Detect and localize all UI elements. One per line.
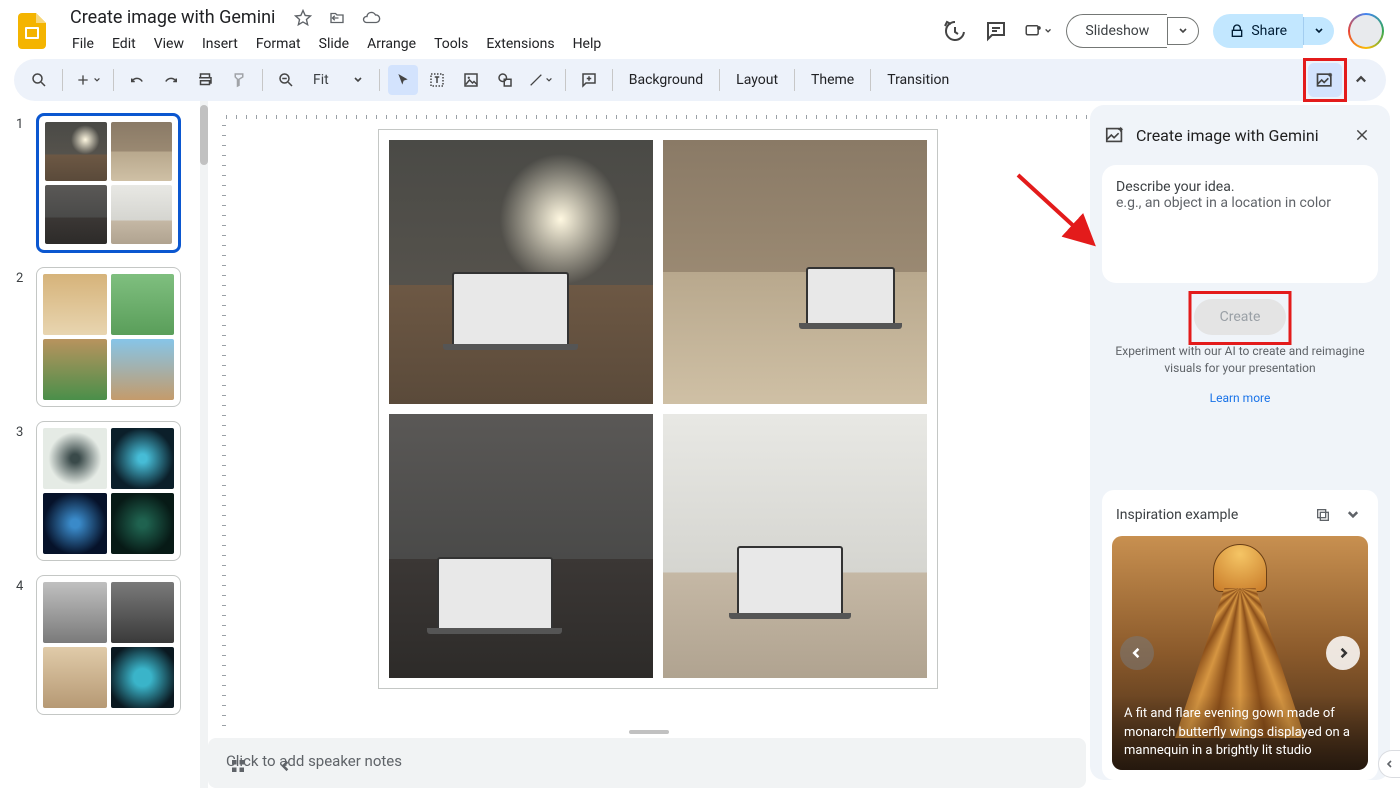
history-icon[interactable] — [940, 17, 968, 45]
image-icon[interactable] — [456, 65, 486, 95]
prompt-placeholder-line1: Describe your idea. — [1116, 179, 1364, 195]
side-panel-toggle[interactable] — [1378, 750, 1400, 778]
slide-canvas[interactable] — [226, 119, 1090, 726]
learn-more-link[interactable]: Learn more — [1102, 385, 1378, 411]
slide-image-1[interactable] — [389, 140, 653, 404]
inspiration-next-button[interactable] — [1326, 636, 1360, 670]
new-slide-button[interactable] — [71, 65, 105, 95]
menu-edit[interactable]: Edit — [104, 32, 144, 56]
zoom-icon[interactable] — [271, 65, 301, 95]
transition-button[interactable]: Transition — [879, 72, 957, 88]
inspiration-image[interactable]: A fit and flare evening gown made of mon… — [1112, 536, 1368, 770]
slide-panel[interactable]: 1 2 3 4 — [0, 101, 200, 788]
gemini-panel-title: Create image with Gemini — [1136, 126, 1338, 145]
current-slide[interactable] — [378, 129, 938, 689]
notes-resize-handle[interactable] — [629, 730, 669, 734]
toolbar-collapse-icon[interactable] — [1346, 65, 1376, 95]
menu-file[interactable]: File — [64, 32, 102, 56]
background-button[interactable]: Background — [621, 72, 711, 88]
share-group: Share — [1213, 14, 1334, 48]
undo-icon[interactable] — [122, 65, 152, 95]
gemini-sparkle-image-icon — [1104, 124, 1126, 146]
lock-icon — [1229, 23, 1245, 39]
close-icon[interactable] — [1348, 121, 1376, 149]
copy-icon[interactable] — [1312, 504, 1334, 526]
theme-button[interactable]: Theme — [803, 72, 862, 88]
comment-add-icon[interactable] — [574, 65, 604, 95]
slide-panel-scrollbar[interactable] — [200, 101, 208, 788]
comments-icon[interactable] — [982, 17, 1010, 45]
title-area: Create image with Gemini File Edit View … — [64, 5, 609, 56]
menu-tools[interactable]: Tools — [426, 32, 476, 56]
slides-logo[interactable] — [12, 11, 52, 51]
zoom-select[interactable]: Fit — [305, 72, 371, 88]
slideshow-group: Slideshow — [1066, 14, 1199, 48]
vertical-ruler[interactable] — [208, 119, 226, 726]
app-header: Create image with Gemini File Edit View … — [0, 0, 1400, 55]
menu-slide[interactable]: Slide — [311, 32, 357, 56]
speaker-notes[interactable]: Click to add speaker notes — [208, 738, 1086, 788]
layout-button[interactable]: Layout — [728, 72, 786, 88]
print-icon[interactable] — [190, 65, 220, 95]
share-dropdown[interactable] — [1303, 17, 1334, 45]
inspiration-prev-button[interactable] — [1120, 636, 1154, 670]
text-box-icon[interactable] — [422, 65, 452, 95]
horizontal-ruler[interactable] — [226, 101, 1090, 119]
gridview-icon[interactable] — [226, 754, 250, 778]
slide-thumbnail-3[interactable]: 3 — [16, 421, 192, 561]
slideshow-button[interactable]: Slideshow — [1066, 14, 1167, 48]
menu-arrange[interactable]: Arrange — [359, 32, 424, 56]
inspiration-card: Inspiration example A fit and flare even… — [1102, 490, 1378, 780]
inspiration-caption: A fit and flare evening gown made of mon… — [1112, 695, 1368, 770]
move-icon[interactable] — [327, 8, 347, 28]
menu-format[interactable]: Format — [248, 32, 309, 56]
inspiration-title: Inspiration example — [1116, 507, 1304, 523]
search-menus-icon[interactable] — [24, 65, 54, 95]
header-actions: Slideshow Share — [940, 13, 1384, 49]
prompt-textarea[interactable]: Describe your idea. e.g., an object in a… — [1102, 165, 1378, 283]
share-button[interactable]: Share — [1213, 14, 1303, 48]
main-area: 1 2 3 4 — [0, 101, 1400, 788]
chevron-down-icon[interactable] — [1342, 504, 1364, 526]
share-label: Share — [1251, 23, 1287, 39]
slide-thumbnail-1[interactable]: 1 — [16, 113, 192, 253]
shape-icon[interactable] — [490, 65, 520, 95]
toolbar: Fit Background Layout Theme Transition — [14, 59, 1386, 101]
menu-bar: File Edit View Insert Format Slide Arran… — [64, 32, 609, 56]
gemini-image-tool-button[interactable] — [1308, 63, 1342, 97]
slide-image-3[interactable] — [389, 414, 653, 678]
select-tool-icon[interactable] — [388, 65, 418, 95]
menu-insert[interactable]: Insert — [194, 32, 246, 56]
explore-collapse-icon[interactable] — [274, 754, 298, 778]
slide-thumbnail-4[interactable]: 4 — [16, 575, 192, 715]
gemini-panel: Create image with Gemini Describe your i… — [1090, 105, 1390, 780]
menu-extensions[interactable]: Extensions — [478, 32, 562, 56]
slide-image-4[interactable] — [663, 414, 927, 678]
slide-thumbnail-2[interactable]: 2 — [16, 267, 192, 407]
star-icon[interactable] — [293, 8, 313, 28]
menu-view[interactable]: View — [146, 32, 192, 56]
footer — [226, 754, 298, 778]
slideshow-dropdown[interactable] — [1167, 17, 1199, 45]
prompt-placeholder-line2: e.g., an object in a location in color — [1116, 195, 1364, 211]
line-icon[interactable] — [524, 65, 557, 95]
account-avatar[interactable] — [1348, 13, 1384, 49]
cloud-status-icon[interactable] — [361, 8, 381, 28]
document-title[interactable]: Create image with Gemini — [64, 5, 281, 30]
paint-format-icon[interactable] — [224, 65, 254, 95]
present-options-icon[interactable] — [1024, 17, 1052, 45]
redo-icon[interactable] — [156, 65, 186, 95]
canvas-area: Click to add speaker notes — [208, 101, 1090, 788]
slide-image-2[interactable] — [663, 140, 927, 404]
menu-help[interactable]: Help — [565, 32, 610, 56]
create-button[interactable]: Create — [1194, 299, 1287, 335]
gemini-description: Experiment with our AI to create and rei… — [1102, 343, 1378, 385]
